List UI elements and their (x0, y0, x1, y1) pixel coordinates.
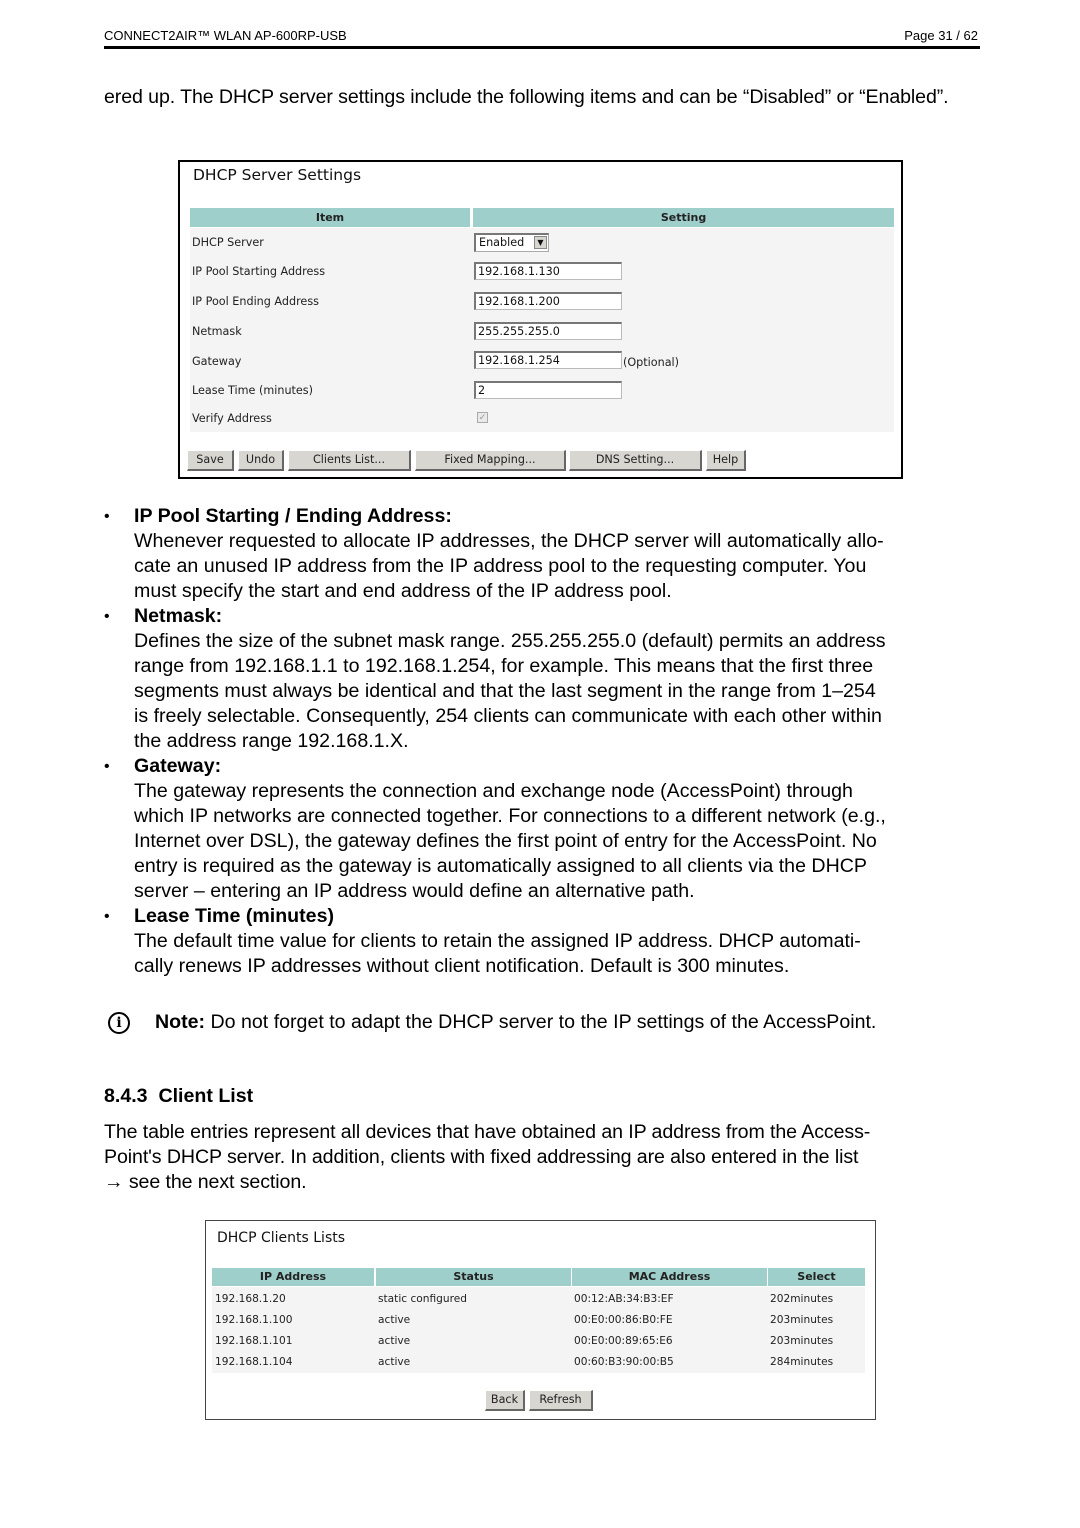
text-line: entry is required as the gateway is auto… (134, 855, 867, 877)
cell-mac: 00:E0:00:89:65:E6 (574, 1335, 673, 1347)
cell-ip: 192.168.1.100 (215, 1314, 293, 1326)
clients-grid (212, 1287, 865, 1373)
save-button[interactable]: Save (187, 450, 234, 471)
bullet-text-netmask: Defines the size of the subnet mask rang… (134, 629, 979, 754)
cell-status: active (378, 1356, 411, 1368)
cell-select: 284minutes (770, 1356, 834, 1368)
label-verify-address: Verify Address (192, 412, 272, 425)
text-line: cally renews IP addresses without client… (134, 955, 790, 977)
label-ip-pool-start: IP Pool Starting Address (192, 265, 326, 278)
cell-status: active (378, 1335, 411, 1347)
label-dhcp-server: DHCP Server (192, 236, 264, 249)
section-paragraph: The table entries represent all devices … (104, 1120, 974, 1195)
bullet-title-gateway: Gateway: (134, 755, 222, 777)
page-header: CONNECT2AIR™ WLAN AP-600RP-USB Page 31 /… (104, 26, 980, 49)
cell-status: static configured (378, 1293, 467, 1305)
text-line: must specify the start and end address o… (134, 580, 672, 602)
text-line: range from 192.168.1.1 to 192.168.1.254,… (134, 655, 874, 677)
note-text: Note: Do not forget to adapt the DHCP se… (155, 1011, 876, 1034)
cell-mac: 00:60:B3:90:00:B5 (574, 1356, 674, 1368)
section-heading: 8.4.3 Client List (104, 1085, 254, 1107)
bullet-text-gateway: The gateway represents the connection an… (134, 779, 979, 904)
gateway-input[interactable] (474, 351, 622, 369)
text-line: cate an unused IP address from the IP ad… (134, 555, 867, 577)
intro-paragraph: ered up. The DHCP server settings includ… (104, 86, 949, 108)
column-header-select: Select (768, 1268, 865, 1286)
fixed-mapping-button[interactable]: Fixed Mapping... (415, 450, 566, 471)
cell-select: 202minutes (770, 1293, 834, 1305)
undo-button[interactable]: Undo (238, 450, 284, 471)
bullet-title-lease-time: Lease Time (minutes) (134, 905, 334, 927)
text-line: Defines the size of the subnet mask rang… (134, 630, 886, 652)
text-line: Whenever requested to allocate IP addres… (134, 530, 884, 552)
back-button[interactable]: Back (485, 1390, 525, 1411)
text-line: server – entering an IP address would de… (134, 880, 695, 902)
label-netmask: Netmask (192, 325, 242, 338)
refresh-button[interactable]: Refresh (529, 1390, 593, 1411)
chevron-down-icon[interactable]: ▼ (534, 236, 547, 249)
cell-ip: 192.168.1.101 (215, 1335, 293, 1347)
bullet-title-ip-pool: IP Pool Starting / Ending Address: (134, 505, 452, 527)
info-icon: i (108, 1012, 130, 1034)
dhcp-server-settings-panel: DHCP Server Settings Item Setting DHCP S… (178, 160, 903, 479)
column-header-mac-address: MAC Address (572, 1268, 767, 1286)
dns-setting-button[interactable]: DNS Setting... (569, 450, 702, 471)
text-line: the address range 192.168.1.X. (134, 730, 409, 752)
bullet-text-lease-time: The default time value for clients to re… (134, 929, 979, 979)
label-lease-time: Lease Time (minutes) (192, 384, 313, 397)
cell-select: 203minutes (770, 1335, 834, 1347)
lease-time-input[interactable] (474, 381, 622, 399)
column-header-ip-address: IP Address (212, 1268, 374, 1286)
cell-select: 203minutes (770, 1314, 834, 1326)
cell-ip: 192.168.1.20 (215, 1293, 286, 1305)
verify-address-checkbox[interactable]: ✓ (477, 412, 488, 423)
bullet-icon: • (104, 908, 110, 925)
bullet-icon: • (104, 508, 110, 525)
column-header-status: Status (376, 1268, 571, 1286)
text-line: Point's DHCP server. In addition, client… (104, 1146, 859, 1168)
label-gateway: Gateway (192, 355, 242, 368)
bullet-text-ip-pool: Whenever requested to allocate IP addres… (134, 529, 979, 604)
ip-pool-end-input[interactable] (474, 292, 622, 310)
dhcp-server-value: Enabled (479, 236, 525, 249)
dhcp-clients-panel: DHCP Clients Lists IP Address Status MAC… (205, 1220, 876, 1420)
text-line: The table entries represent all devices … (104, 1121, 871, 1143)
text-line: is freely selectable. Consequently, 254 … (134, 705, 882, 727)
text-line: → see the next section. (104, 1171, 307, 1193)
bullet-icon: • (104, 608, 110, 625)
bullet-icon: • (104, 758, 110, 775)
help-button[interactable]: Help (706, 450, 746, 471)
dhcp-server-select[interactable]: Enabled ▼ (474, 233, 549, 252)
label-ip-pool-end: IP Pool Ending Address (192, 295, 319, 308)
clients-list-button[interactable]: Clients List... (288, 450, 411, 471)
text-line: The gateway represents the connection an… (134, 780, 853, 802)
text-line: Internet over DSL), the gateway defines … (134, 830, 877, 852)
ip-pool-start-input[interactable] (474, 262, 622, 280)
page-number: Page 31 / 62 (904, 28, 978, 43)
column-header-setting: Setting (473, 208, 894, 227)
product-name: CONNECT2AIR™ WLAN AP-600RP-USB (104, 28, 347, 43)
cell-mac: 00:12:AB:34:B3:EF (574, 1293, 674, 1305)
note-label: Note: (155, 1011, 206, 1033)
clients-panel-title: DHCP Clients Lists (217, 1230, 346, 1246)
netmask-input[interactable] (474, 322, 622, 340)
gateway-optional-note: (Optional) (623, 356, 680, 369)
cell-mac: 00:E0:00:86:B0:FE (574, 1314, 673, 1326)
cell-status: active (378, 1314, 411, 1326)
column-header-item: Item (190, 208, 470, 227)
bullet-title-netmask: Netmask: (134, 605, 223, 627)
cell-ip: 192.168.1.104 (215, 1356, 293, 1368)
panel-title: DHCP Server Settings (193, 166, 362, 184)
text-line: which IP networks are connected together… (134, 805, 886, 827)
text-line: The default time value for clients to re… (134, 930, 861, 952)
note-body: Do not forget to adapt the DHCP server t… (205, 1011, 877, 1033)
text-line: segments must always be identical and th… (134, 680, 876, 702)
